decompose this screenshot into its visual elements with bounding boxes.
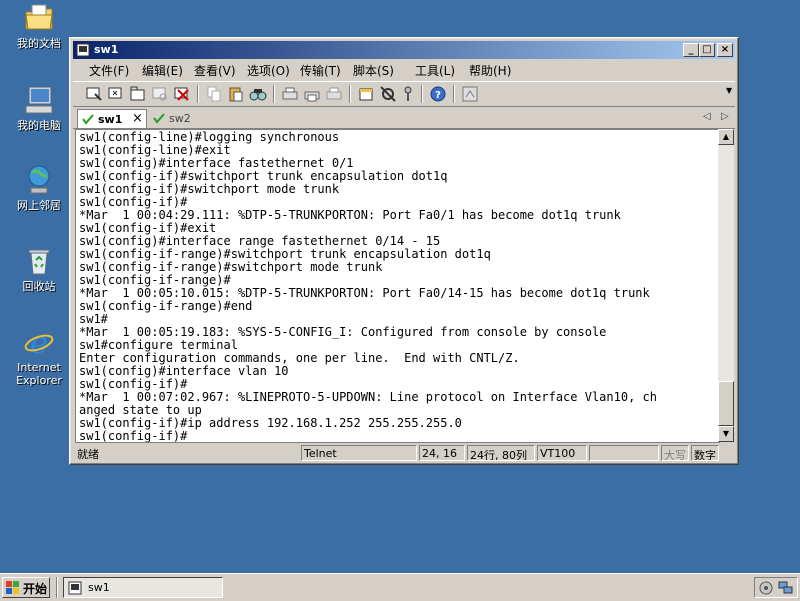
status-ready: 就绪: [77, 448, 99, 461]
windows-logo-icon: [6, 581, 19, 594]
maximize-button[interactable]: □: [699, 43, 715, 57]
start-button[interactable]: 开始: [2, 577, 50, 598]
status-terminal-size: 24行, 80列: [467, 445, 535, 461]
status-protocol: Telnet: [301, 445, 417, 461]
minimize-button[interactable]: _: [683, 43, 699, 57]
recycle-bin-icon: [28, 249, 50, 275]
app-icon: [68, 581, 82, 595]
network-places-icon: [28, 165, 50, 194]
connect-in-tab-icon[interactable]: [129, 85, 147, 103]
connected-check-icon: [82, 114, 94, 125]
title-bar[interactable]: sw1 _ □ ×: [73, 41, 735, 59]
terminal-output[interactable]: sw1(config-line)#logging synchronous sw1(…: [75, 129, 720, 443]
tab-label: sw1: [98, 113, 123, 126]
toolbar-separator: [453, 85, 455, 103]
menu-file[interactable]: 文件(F): [89, 62, 129, 79]
menu-options[interactable]: 选项(O): [247, 62, 290, 79]
menu-tools[interactable]: 工具(L): [415, 62, 455, 79]
tab-label: sw2: [169, 112, 191, 125]
vertical-scrollbar[interactable]: ▲ ▼: [718, 129, 734, 442]
close-button[interactable]: ×: [717, 43, 733, 57]
tab-scroll-right-icon[interactable]: ▷: [721, 111, 729, 122]
securecrt-window: sw1 _ □ × 文件(F) 编辑(E) 查看(V) 选项(O) 传输(T) …: [69, 37, 739, 465]
my-documents-icon: [25, 4, 53, 30]
scroll-up-button[interactable]: ▲: [718, 129, 734, 145]
window-title: sw1: [94, 43, 119, 56]
desktop-icon-label: Internet: [17, 361, 61, 374]
tab-scroll-left-icon[interactable]: ◁: [703, 111, 711, 122]
taskbar-item-label: sw1: [88, 581, 110, 594]
toolbar-separator: [197, 85, 199, 103]
connected-check-icon: [153, 113, 165, 124]
start-label: 开始: [23, 582, 48, 596]
status-num-lock: 数字: [691, 445, 719, 461]
terminal-line: sw1(config-if)#: [79, 429, 188, 443]
menu-help[interactable]: 帮助(H): [469, 62, 511, 79]
desktop-icon-label: 网上邻居: [17, 199, 61, 212]
menu-script[interactable]: 脚本(S): [353, 62, 394, 79]
app-icon: [76, 43, 90, 57]
volume-icon[interactable]: [759, 581, 773, 595]
session-tabs: sw1 × sw2 ◁ ▷: [73, 108, 735, 129]
network-connection-icon[interactable]: [778, 581, 794, 595]
print-selection-icon[interactable]: [303, 85, 321, 103]
status-caps-lock: 大写: [661, 445, 689, 461]
disconnect-icon[interactable]: [173, 85, 191, 103]
svg-text:e: e: [30, 326, 48, 358]
tab-sw2[interactable]: sw2: [151, 109, 211, 127]
find-icon[interactable]: [249, 85, 267, 103]
toolbar-separator: [349, 85, 351, 103]
global-options-icon[interactable]: [379, 85, 397, 103]
desktop-icon-label: Explorer: [16, 374, 62, 387]
taskbar-item-sw1[interactable]: sw1: [63, 577, 223, 598]
desktop-icon-internet-explorer[interactable]: e Internet Explorer: [6, 326, 72, 387]
toolbar: ? ▼: [73, 81, 735, 107]
print-icon[interactable]: [325, 85, 343, 103]
scroll-down-button[interactable]: ▼: [718, 426, 734, 442]
taskbar: 开始 sw1: [0, 573, 800, 601]
toolbar-separator: [421, 85, 423, 103]
desktop-icon-my-documents[interactable]: 我的文档: [6, 2, 72, 50]
toolbar-overflow-icon[interactable]: ▼: [726, 86, 732, 95]
help-icon[interactable]: ?: [429, 85, 447, 103]
connect-icon[interactable]: [85, 85, 103, 103]
sftp-icon[interactable]: [461, 85, 479, 103]
tab-close-icon[interactable]: ×: [132, 111, 143, 126]
status-emulation: VT100: [537, 445, 587, 461]
desktop-icon-recycle-bin[interactable]: 回收站: [6, 245, 72, 293]
reconnect-icon[interactable]: [151, 85, 169, 103]
tab-sw1[interactable]: sw1 ×: [77, 109, 147, 128]
menu-view[interactable]: 查看(V): [194, 62, 236, 79]
desktop-icon-label: 回收站: [22, 280, 56, 293]
toolbar-separator: [273, 85, 275, 103]
menu-edit[interactable]: 编辑(E): [142, 62, 183, 79]
menu-bar: 文件(F) 编辑(E) 查看(V) 选项(O) 传输(T) 脚本(S) 工具(L…: [73, 60, 735, 80]
my-computer-icon: [25, 86, 53, 114]
system-tray: [754, 577, 798, 598]
key-map-icon[interactable]: [399, 85, 417, 103]
internet-explorer-icon: e: [24, 326, 54, 358]
taskbar-separator: [56, 577, 58, 598]
paste-icon[interactable]: [227, 85, 245, 103]
quick-connect-icon[interactable]: [107, 85, 125, 103]
session-options-icon[interactable]: [357, 85, 375, 103]
print-setup-icon[interactable]: [281, 85, 299, 103]
desktop-icon-label: 我的电脑: [17, 119, 61, 132]
status-bar: 就绪 Telnet 24, 16 24行, 80列 VT100 大写 数字: [73, 444, 735, 462]
menu-transfer[interactable]: 传输(T): [300, 62, 341, 79]
svg-text:?: ?: [435, 90, 441, 101]
copy-icon[interactable]: [205, 85, 223, 103]
status-empty: [589, 445, 659, 461]
desktop-icon-network-places[interactable]: 网上邻居: [6, 164, 72, 212]
desktop-icon-label: 我的文档: [17, 37, 61, 50]
status-cursor-position: 24, 16: [419, 445, 465, 461]
desktop-icon-my-computer[interactable]: 我的电脑: [6, 84, 72, 132]
scroll-thumb[interactable]: [718, 381, 734, 426]
